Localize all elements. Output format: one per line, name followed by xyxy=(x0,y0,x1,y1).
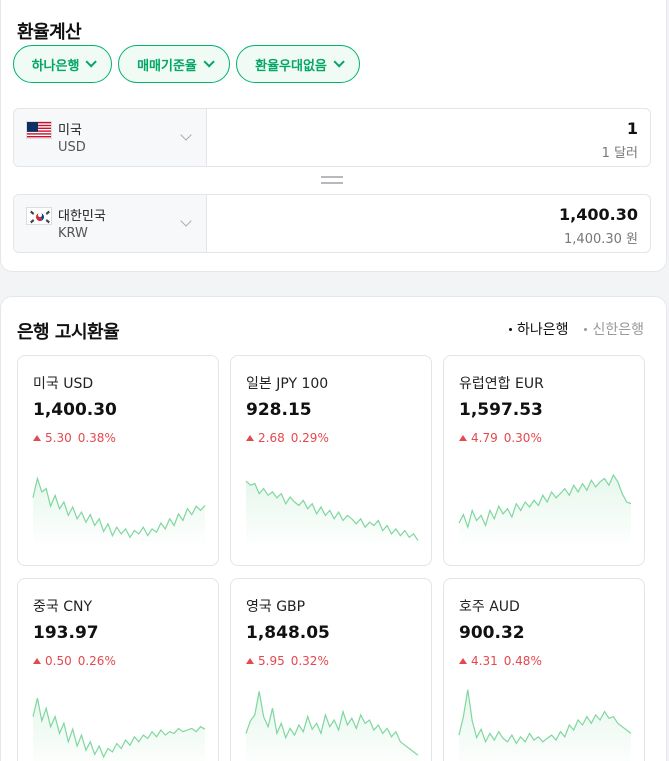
sparkline-chart xyxy=(245,480,419,548)
up-triangle-icon xyxy=(246,658,254,664)
from-currency-select[interactable]: 미국 USD xyxy=(14,109,207,166)
to-amount-value: 1,400.30 xyxy=(559,205,638,224)
rate-change-percent: 0.38% xyxy=(77,431,116,445)
rate-card-value: 1,848.05 xyxy=(246,623,330,643)
up-triangle-icon xyxy=(33,658,41,664)
rate-change-percent: 0.32% xyxy=(290,654,329,668)
bank-rates-panel: 은행 고시환율 하나은행 신한은행 미국 USD 1,400.30 5.30 0… xyxy=(0,296,667,761)
bullet-icon xyxy=(508,327,512,331)
rate-change-amount: 2.68 xyxy=(258,431,285,445)
calculator-title: 환율계산 xyxy=(17,22,82,43)
rate-card-value: 1,597.53 xyxy=(459,400,543,420)
sparkline-chart xyxy=(245,691,419,761)
to-currency-name: 대한민국 xyxy=(58,209,106,224)
rate-change-amount: 4.79 xyxy=(471,431,498,445)
exchange-calculator-panel: 환율계산 하나은행 매매기준율 환율우대없음 미국 USD 1 1 달러 대한민… xyxy=(0,0,667,272)
rate-card-change: 2.68 0.29% xyxy=(246,431,329,445)
bank-select-chip[interactable]: 하나은행 xyxy=(13,45,112,83)
from-amount-input[interactable]: 1 1 달러 xyxy=(208,109,650,166)
rate-card-aud[interactable]: 호주 AUD 900.32 4.31 0.48% xyxy=(443,578,645,761)
chevron-down-icon xyxy=(333,56,345,68)
us-flag-icon xyxy=(26,121,52,139)
from-currency-name: 미국 xyxy=(58,123,82,138)
rates-title: 은행 고시환율 xyxy=(17,322,120,343)
equals-icon-bar xyxy=(321,182,343,184)
sparkline-chart xyxy=(32,476,206,548)
bullet-icon xyxy=(584,327,588,331)
rate-card-value: 193.97 xyxy=(33,623,99,643)
bank-tab-label: 신한은행 xyxy=(592,322,644,338)
rate-card-eur[interactable]: 유럽연합 EUR 1,597.53 4.79 0.30% xyxy=(443,355,645,566)
rate-type-chip[interactable]: 매매기준율 xyxy=(118,45,230,83)
rate-card-change: 5.30 0.38% xyxy=(33,431,116,445)
bank-tab-label: 하나은행 xyxy=(516,322,569,338)
sparkline-area xyxy=(459,475,631,548)
rate-change-percent: 0.29% xyxy=(290,431,329,445)
from-amount-text: 1 달러 xyxy=(601,146,638,161)
from-currency-code: USD xyxy=(58,140,86,155)
sparkline-area xyxy=(459,689,631,761)
rate-card-name: 미국 USD xyxy=(33,376,94,392)
rate-card-jpy[interactable]: 일본 JPY 100 928.15 2.68 0.29% xyxy=(230,355,432,566)
rate-card-name: 영국 GBP xyxy=(246,599,306,615)
rate-card-change: 0.50 0.26% xyxy=(33,654,116,668)
to-amount-input[interactable]: 1,400.30 1,400.30 원 xyxy=(208,195,650,252)
up-triangle-icon xyxy=(246,435,254,441)
chevron-down-icon xyxy=(85,56,98,68)
rate-card-name: 일본 JPY 100 xyxy=(246,376,329,392)
rate-change-amount: 0.50 xyxy=(45,654,72,668)
bank-tabs: 하나은행 신한은행 xyxy=(508,319,644,339)
bank-tab-hana[interactable]: 하나은행 xyxy=(508,319,569,339)
up-triangle-icon xyxy=(33,435,41,441)
to-amount-text: 1,400.30 원 xyxy=(564,232,638,247)
preferential-rate-chip[interactable]: 환율우대없음 xyxy=(236,45,360,83)
up-triangle-icon xyxy=(459,435,467,441)
bank-select-label: 하나은행 xyxy=(31,58,80,74)
to-currency-select[interactable]: 대한민국 KRW xyxy=(14,195,207,252)
from-currency-row: 미국 USD 1 1 달러 xyxy=(13,108,651,167)
rate-change-percent: 0.26% xyxy=(77,654,116,668)
sparkline-chart xyxy=(32,697,206,761)
rate-card-change: 5.95 0.32% xyxy=(246,654,329,668)
rate-change-amount: 4.31 xyxy=(471,654,498,668)
rate-type-label: 매매기준율 xyxy=(137,58,197,74)
rate-card-value: 928.15 xyxy=(246,400,312,420)
rate-change-amount: 5.30 xyxy=(45,431,72,445)
rate-card-value: 900.32 xyxy=(459,623,525,643)
rate-change-percent: 0.30% xyxy=(503,431,542,445)
rate-card-name: 중국 CNY xyxy=(33,599,93,615)
kr-flag-icon xyxy=(26,207,52,225)
to-currency-code: KRW xyxy=(58,226,88,241)
from-amount-value: 1 xyxy=(626,119,638,138)
equals-icon xyxy=(321,176,343,178)
up-triangle-icon xyxy=(459,658,467,664)
sparkline-area xyxy=(33,478,205,548)
rate-card-change: 4.79 0.30% xyxy=(459,431,542,445)
rate-card-name: 유럽연합 EUR xyxy=(459,376,544,392)
rate-card-change: 4.31 0.48% xyxy=(459,654,542,668)
rate-card-value: 1,400.30 xyxy=(33,400,117,420)
sparkline-chart xyxy=(458,689,632,761)
sparkline-chart xyxy=(458,473,632,548)
rate-card-gbp[interactable]: 영국 GBP 1,848.05 5.95 0.32% xyxy=(230,578,432,761)
preferential-rate-label: 환율우대없음 xyxy=(255,58,327,74)
rate-card-name: 호주 AUD xyxy=(459,599,520,615)
sparkline-area xyxy=(246,691,418,761)
bank-tab-shinhan[interactable]: 신한은행 xyxy=(584,319,644,339)
chevron-down-icon xyxy=(203,56,215,68)
to-currency-row: 대한민국 KRW 1,400.30 1,400.30 원 xyxy=(13,194,651,253)
rate-change-percent: 0.48% xyxy=(503,654,542,668)
rate-change-amount: 5.95 xyxy=(258,654,285,668)
chevron-down-icon xyxy=(180,215,192,227)
rate-card-cny[interactable]: 중국 CNY 193.97 0.50 0.26% xyxy=(17,578,219,761)
chevron-down-icon xyxy=(180,129,192,141)
rate-card-usd[interactable]: 미국 USD 1,400.30 5.30 0.38% xyxy=(17,355,219,566)
